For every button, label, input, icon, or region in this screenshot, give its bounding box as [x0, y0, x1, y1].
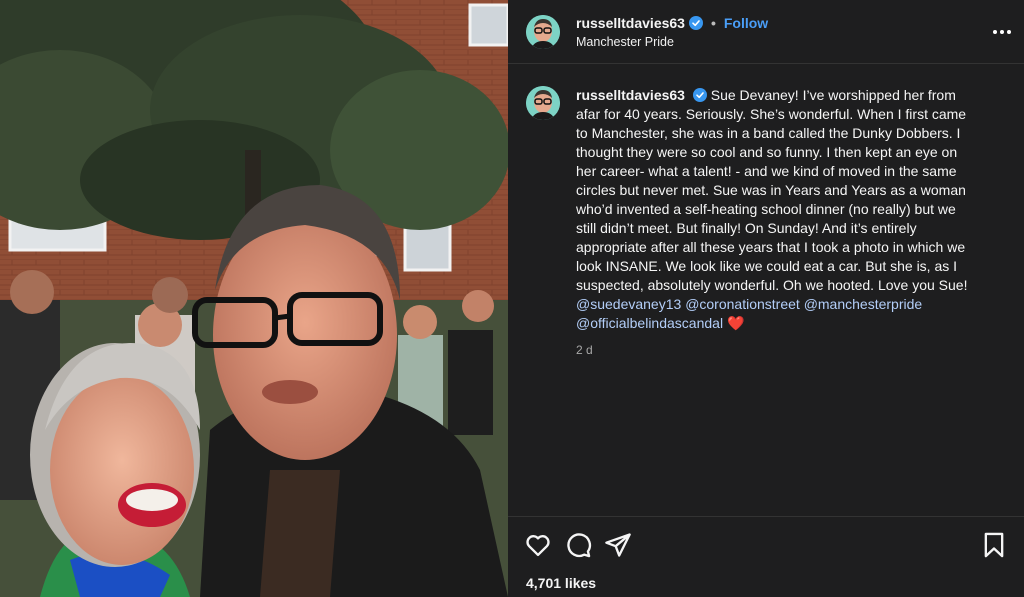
post-viewer: russelltdavies63 • Follow Manchester Pri…: [0, 0, 1024, 597]
caption-body-text: Sue Devaney! I’ve worshipped her from af…: [576, 87, 968, 293]
likes-count[interactable]: 4,701 likes: [526, 575, 596, 591]
post-header: russelltdavies63 • Follow Manchester Pri…: [508, 0, 1024, 64]
caption-text: russelltdavies63 Sue Devaney! I’ve worsh…: [576, 86, 976, 333]
location-link[interactable]: Manchester Pride: [576, 35, 768, 49]
separator-dot: •: [710, 14, 716, 31]
heart-icon[interactable]: [524, 531, 552, 559]
post-photo[interactable]: [0, 0, 508, 597]
comment-icon[interactable]: [564, 531, 592, 559]
heart-emoji: ❤️: [726, 315, 745, 331]
caption-block: russelltdavies63 Sue Devaney! I’ve worsh…: [508, 64, 1024, 357]
verified-badge-icon: [692, 88, 707, 102]
username-link[interactable]: russelltdavies63: [576, 15, 685, 31]
share-icon[interactable]: [604, 531, 632, 559]
action-bar: 4,701 likes: [508, 516, 1024, 597]
mention-link[interactable]: @coronationstreet: [685, 296, 800, 312]
follow-button[interactable]: Follow: [724, 15, 768, 31]
mention-link[interactable]: @suedevaney13: [576, 296, 681, 312]
mention-link[interactable]: @manchesterpride: [804, 296, 923, 312]
caption-username-link[interactable]: russelltdavies63: [576, 87, 685, 103]
selfie-image: [0, 0, 508, 597]
avatar[interactable]: [526, 14, 560, 49]
post-side-panel: russelltdavies63 • Follow Manchester Pri…: [508, 0, 1024, 597]
caption-avatar[interactable]: [526, 86, 560, 120]
more-options-icon[interactable]: [990, 20, 1014, 44]
verified-badge-icon: [688, 15, 703, 30]
mention-link[interactable]: @officialbelindascandal: [576, 315, 723, 331]
bookmark-icon[interactable]: [980, 531, 1008, 559]
post-timestamp[interactable]: 2 d: [576, 343, 976, 357]
